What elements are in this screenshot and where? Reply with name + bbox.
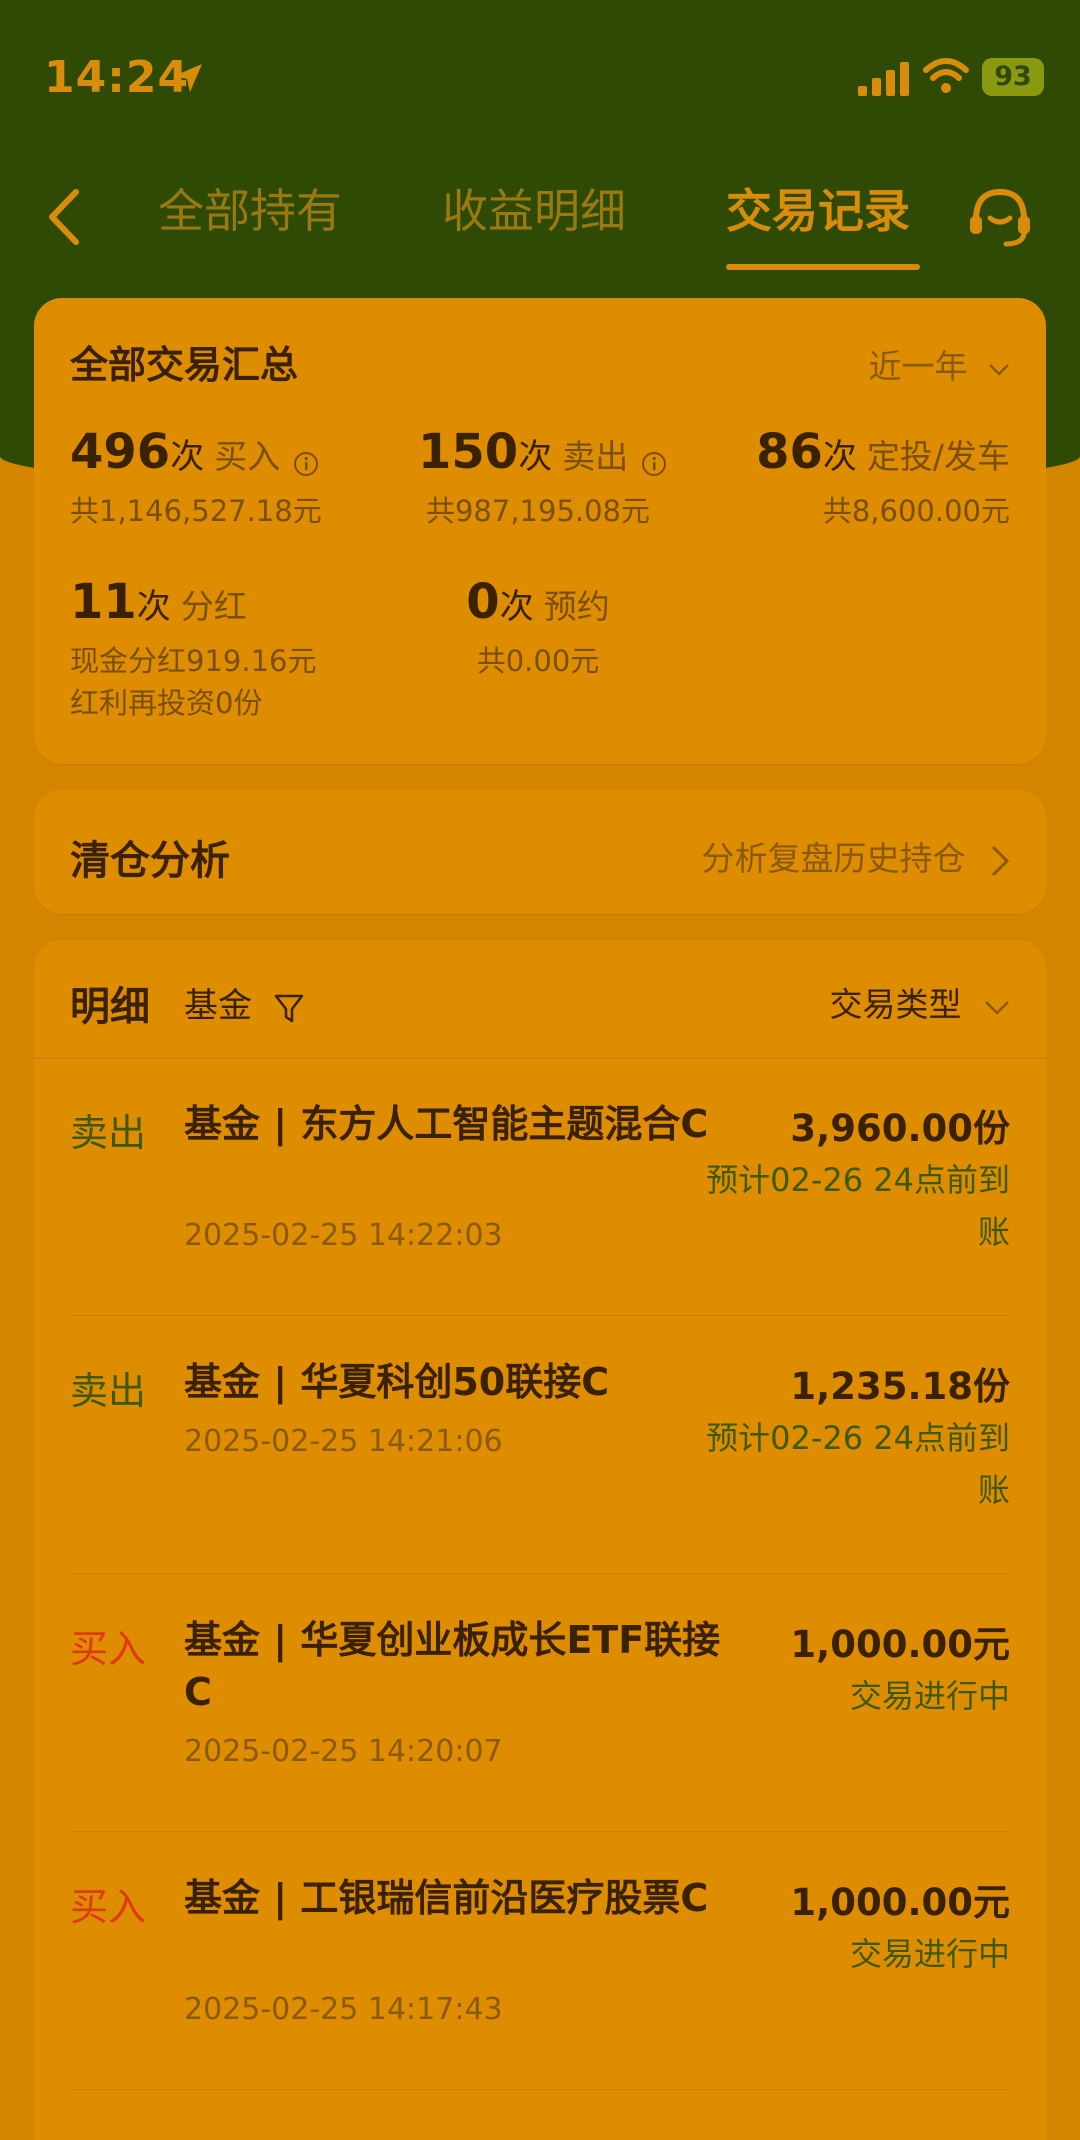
transaction-amount: 1,000.00元 (790, 1881, 1010, 1924)
period-label: 近一年 (868, 347, 968, 386)
filter-funnel-icon (274, 994, 304, 1022)
fund-name: 基金 | 华夏创业板成长ETF联接C (184, 1618, 721, 1714)
transaction-status: 预计02-26 24点前到账 (706, 1419, 1010, 1509)
transaction-status: 预计02-26 24点前到账 (706, 1161, 1010, 1251)
clearance-title: 清仓分析 (70, 838, 230, 884)
stat-buy-total: 共1,146,527.18元 (70, 494, 322, 528)
info-icon[interactable] (293, 451, 319, 477)
transaction-detail-card: 明细 基金 交易类型 卖出 基金 | 东方人工智能主题混合C 2025-02-2… (34, 940, 1046, 2140)
status-bar: 14:24 93 (0, 0, 1080, 150)
product-filter-label: 基金 (184, 986, 252, 1026)
stat-auto-invest-total: 共8,600.00元 (822, 494, 1010, 528)
transaction-time: 2025-02-25 14:20:07 (184, 1734, 503, 1769)
wifi-icon (923, 58, 969, 93)
transaction-amount: 1,000.00元 (790, 1623, 1010, 1666)
transaction-type: 买入 (70, 1885, 147, 1929)
transaction-status: 交易进行中 (849, 1935, 1010, 1973)
stat-dividend-label: 分红 (180, 587, 247, 626)
transaction-row[interactable]: 买入 基金 | 华夏创业板成长ETF联接C 2025-02-25 14:20:0… (34, 1574, 1046, 1832)
chevron-down-icon (989, 363, 1009, 376)
cellular-signal-icon (858, 62, 909, 96)
chevron-right-icon (991, 845, 1010, 876)
stat-sell-total: 共987,195.08元 (425, 494, 651, 528)
detail-title: 明细 (70, 984, 150, 1030)
stat-reservation-unit: 次 (499, 587, 534, 627)
customer-service-headset-icon[interactable] (964, 180, 1036, 252)
transaction-row[interactable]: 买入 基金 | 工银瑞信前沿医疗股票C 2025-02-25 14:17:43 … (34, 1832, 1046, 2090)
stat-dividend-reinvest: 红利再投资0份 (70, 686, 263, 720)
fund-name: 基金 | 华夏科创50联接C (184, 1360, 610, 1404)
stat-buy-count: 496 (70, 424, 171, 480)
location-arrow-icon (174, 64, 202, 92)
transaction-amount: 1,235.18份 (790, 1365, 1010, 1408)
row-divider (70, 2089, 1010, 2090)
transaction-summary-card: 全部交易汇总 近一年 496次 买入 共1,146,527.18元 150次 卖出 … (34, 298, 1046, 764)
tab-transaction-records[interactable]: 交易记录 (726, 176, 910, 246)
stat-buy-label: 买入 (214, 437, 281, 476)
clearance-analysis-card[interactable]: 清仓分析 分析复盘历史持仓 (34, 790, 1046, 914)
active-tab-indicator (726, 264, 920, 270)
stat-reservation-count: 0 (466, 574, 500, 630)
transaction-type: 买入 (70, 1627, 147, 1671)
transaction-status: 交易进行中 (849, 1677, 1010, 1715)
transaction-time: 2025-02-25 14:17:43 (184, 1992, 503, 2027)
transaction-type: 卖出 (70, 1111, 147, 1155)
stat-reservation[interactable]: 0次 预约 共0.00元 (418, 574, 658, 682)
clearance-link-label: 分析复盘历史持仓 (701, 839, 966, 878)
info-icon[interactable] (641, 451, 667, 477)
stat-auto-invest-unit: 次 (822, 437, 857, 477)
tab-earnings-detail[interactable]: 收益明细 (442, 176, 626, 246)
summary-title: 全部交易汇总 (70, 343, 299, 387)
transaction-type: 卖出 (70, 1369, 147, 1413)
transaction-row[interactable]: 卖出 基金 | 华夏科创50联接C 2025-02-25 14:21:06 1,… (34, 1316, 1046, 1574)
stat-buy[interactable]: 496次 买入 共1,146,527.18元 (70, 424, 322, 532)
battery-indicator: 93 (982, 58, 1044, 96)
stat-sell[interactable]: 150次 卖出 共987,195.08元 (418, 424, 667, 532)
stat-dividend-count: 11 (70, 574, 137, 630)
detail-header: 明细 基金 交易类型 (34, 940, 1046, 1059)
clearance-link[interactable]: 分析复盘历史持仓 (702, 832, 1011, 880)
stat-dividend[interactable]: 11次 分红 现金分红919.16元 红利再投资0份 (70, 574, 316, 724)
tab-all-holdings[interactable]: 全部持有 (158, 176, 342, 246)
battery-level: 93 (994, 61, 1032, 92)
top-navigation: 全部持有 收益明细 交易记录 (0, 160, 1080, 280)
stat-sell-count: 150 (418, 424, 519, 480)
transaction-type-dropdown[interactable]: 交易类型 (830, 978, 1011, 1026)
transaction-time: 2025-02-25 14:21:06 (184, 1424, 503, 1459)
fund-name: 基金 | 东方人工智能主题混合C (184, 1102, 709, 1146)
stat-dividend-cash: 现金分红919.16元 (70, 644, 317, 678)
period-dropdown[interactable]: 近一年 (869, 340, 1011, 388)
product-filter[interactable]: 基金 (184, 978, 305, 1027)
stat-buy-unit: 次 (170, 437, 205, 477)
stat-reservation-total: 共0.00元 (476, 644, 600, 678)
transaction-time: 2025-02-25 14:22:03 (184, 1218, 503, 1253)
stat-dividend-unit: 次 (136, 587, 171, 627)
fund-name: 基金 | 工银瑞信前沿医疗股票C (184, 1876, 709, 1920)
stat-sell-label: 卖出 (562, 437, 629, 476)
chevron-down-icon (985, 1000, 1009, 1015)
back-arrow-icon[interactable] (40, 182, 90, 252)
stat-auto-invest[interactable]: 86次 定投/发车 共8,600.00元 (756, 424, 1010, 532)
transaction-row[interactable]: 卖出 基金 | 东方人工智能主题混合C 2025-02-25 14:22:03 … (34, 1058, 1046, 1316)
stat-sell-unit: 次 (518, 437, 553, 477)
transaction-amount: 3,960.00份 (790, 1107, 1010, 1150)
stat-auto-invest-label: 定投/发车 (866, 437, 1010, 476)
stat-reservation-label: 预约 (543, 587, 610, 626)
transaction-type-label: 交易类型 (829, 985, 962, 1024)
stat-auto-invest-count: 86 (756, 424, 823, 480)
